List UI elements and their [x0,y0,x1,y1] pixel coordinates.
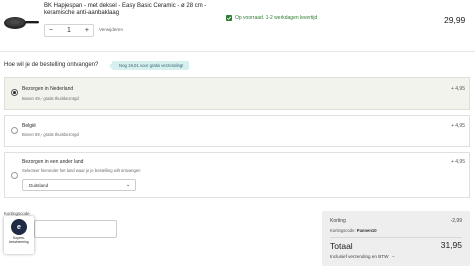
quantity-stepper: − 1 + [44,24,94,37]
discount-value: -2,99 [450,218,462,224]
order-summary: Korting -2,99 Kortingscode: Pannen10 Tot… [322,211,470,266]
check-icon [226,15,232,21]
chevron-down-icon: ⌄ [391,253,396,258]
country-select-value: Duitsland [29,182,49,188]
total-value: 31,95 [440,240,462,250]
option-price: + 4,95 [450,123,465,129]
delivery-question: Hoe wil je de bestelling ontvangen? [4,62,99,68]
discount-label: Korting [330,218,346,224]
option-subtitle: Boven 49,- gratis thuisbezorgd [22,96,79,101]
applied-discount-code: Kortingscode: Pannen10 [330,228,377,233]
radio-belgium[interactable] [11,127,18,134]
radio-netherlands[interactable] [11,89,18,96]
product-title[interactable]: BK Hapjespan - met deksel - Easy Basic C… [44,3,214,17]
option-subtitle: Boven 59,- gratis thuisbezorgd [22,132,79,137]
option-title: België [22,123,36,129]
stock-status: Op voorraad. 1-2 werkdagen levertijd [226,15,317,21]
decrease-quantity-button[interactable]: − [49,27,53,34]
free-shipping-badge: Nog 19,01 voor gratis verzending! [109,61,189,70]
option-price: + 4,95 [450,86,465,92]
option-title: Bezorgen in een ander land [22,159,84,165]
option-title: Bezorgen in Nederland [22,86,74,92]
shield-logo-icon: e [11,219,27,235]
quantity-value[interactable]: 1 [67,27,71,34]
country-select[interactable]: Duitsland ⌄ [22,179,136,191]
total-label: Totaal [330,241,353,251]
radio-other-country[interactable] [11,172,18,179]
summary-divider [330,237,462,238]
chevron-down-icon: ⌄ [125,182,131,188]
buyer-protection-text: Kopers- bescherming [9,236,29,244]
stock-text: Op voorraad. 1-2 werkdagen levertijd [235,15,318,21]
option-price: + 4,95 [450,159,465,165]
delivery-option-other-country[interactable]: Bezorgen in een ander land Selecteer hie… [4,152,470,198]
option-subtitle: Selecteer hieronder het land waar je je … [22,168,141,173]
product-price: 29,99 [444,15,466,25]
delivery-option-netherlands[interactable]: Bezorgen in Nederland Boven 49,- gratis … [4,77,470,110]
divider [0,51,475,52]
product-image [4,17,39,29]
discount-code-input[interactable] [34,220,117,238]
incl-shipping-toggle[interactable]: Inclusief verzending en BTW ⌄ [330,253,395,259]
increase-quantity-button[interactable]: + [85,27,89,34]
buyer-protection-badge[interactable]: e Kopers- bescherming [4,216,34,254]
delivery-option-belgium[interactable]: België Boven 59,- gratis thuisbezorgd + … [4,115,470,147]
remove-item-link[interactable]: Verwijderen [99,27,123,32]
